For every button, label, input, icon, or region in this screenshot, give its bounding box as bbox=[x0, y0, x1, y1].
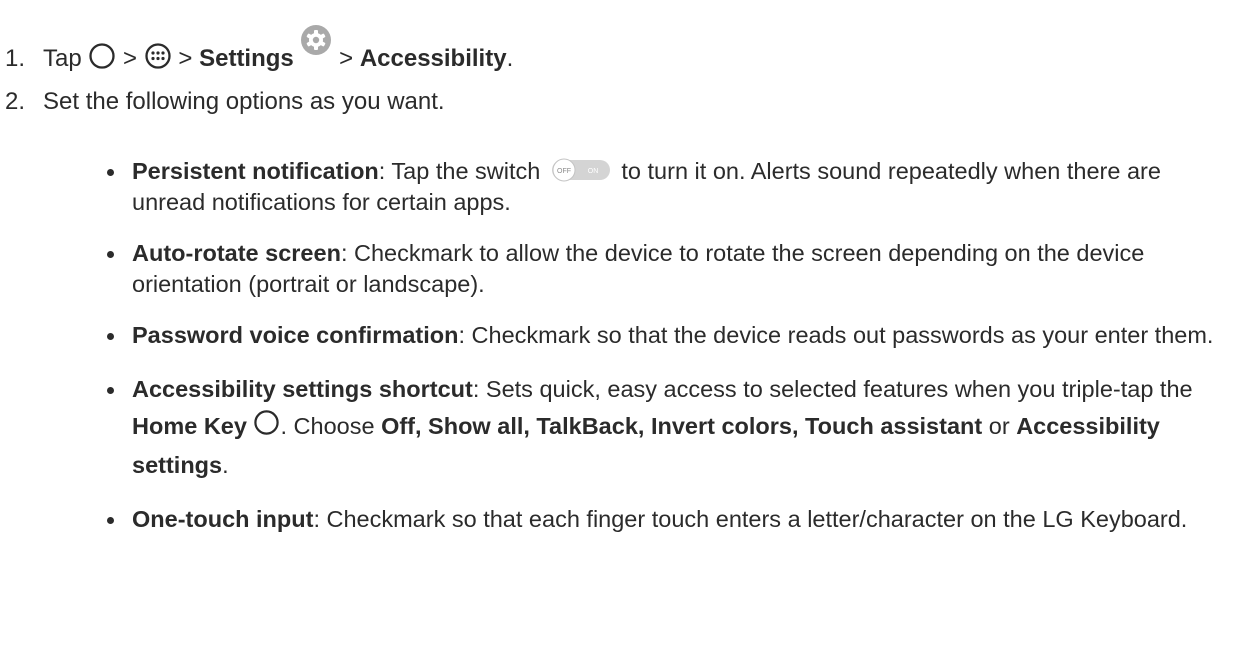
separator: > bbox=[123, 45, 138, 72]
period: . bbox=[222, 452, 229, 478]
bullet-dot bbox=[107, 387, 114, 394]
option-title: Persistent notification bbox=[132, 158, 379, 184]
off-on-switch-icon: OFF ON bbox=[551, 158, 611, 182]
step-1: 1. Tap > > Settings > Accessibility. bbox=[5, 24, 513, 78]
step-number: 2. bbox=[5, 88, 26, 115]
tap-text: Tap bbox=[43, 45, 82, 72]
bullet-dot bbox=[107, 169, 114, 176]
option-text: . Choose bbox=[280, 413, 382, 439]
bullet-dot bbox=[107, 333, 114, 340]
option-text: : Checkmark so that each finger touch en… bbox=[313, 506, 1188, 532]
step-number: 1. bbox=[5, 45, 26, 72]
option-title: Auto-rotate screen bbox=[132, 240, 341, 266]
option-title: Password voice confirmation bbox=[132, 322, 459, 348]
settings-label: Settings bbox=[199, 45, 294, 72]
list-item-one-touch-input: One-touch input: Checkmark so that each … bbox=[104, 504, 1224, 535]
period: . bbox=[506, 45, 514, 72]
option-title: Accessibility settings shortcut bbox=[132, 376, 473, 402]
step-text: Set the following options as you want. bbox=[43, 88, 445, 115]
option-text: : Sets quick, easy access to selected fe… bbox=[472, 376, 1193, 402]
home-key-label: Home Key bbox=[132, 413, 247, 439]
option-title: One-touch input bbox=[132, 506, 314, 532]
list-item-password-voice: Password voice confirmation: Checkmark s… bbox=[104, 320, 1224, 351]
accessibility-label: Accessibility bbox=[359, 45, 507, 72]
separator: > bbox=[339, 45, 354, 72]
switch-off-label: OFF bbox=[557, 168, 571, 175]
bullet-dot bbox=[107, 251, 114, 258]
switch-on-label: ON bbox=[588, 168, 599, 175]
options-list: Persistent notification: Tap the switch … bbox=[104, 156, 1224, 555]
separator: > bbox=[178, 45, 193, 72]
step-2: 2. Set the following options as you want. bbox=[5, 87, 445, 117]
home-circle-icon bbox=[253, 409, 280, 447]
option-text: : Tap the switch bbox=[378, 158, 541, 184]
or-text: or bbox=[982, 413, 1017, 439]
home-circle-icon bbox=[88, 42, 116, 78]
list-item-auto-rotate: Auto-rotate screen: Checkmark to allow t… bbox=[104, 238, 1224, 300]
shortcut-options: Off, Show all, TalkBack, Invert colors, … bbox=[381, 413, 983, 439]
apps-grid-icon bbox=[144, 42, 172, 78]
settings-gear-icon bbox=[300, 24, 332, 64]
list-item-accessibility-shortcut: Accessibility settings shortcut: Sets qu… bbox=[104, 371, 1224, 484]
list-item-persistent-notification: Persistent notification: Tap the switch … bbox=[104, 156, 1224, 218]
bullet-dot bbox=[107, 517, 114, 524]
option-text: : Checkmark so that the device reads out… bbox=[458, 322, 1214, 348]
